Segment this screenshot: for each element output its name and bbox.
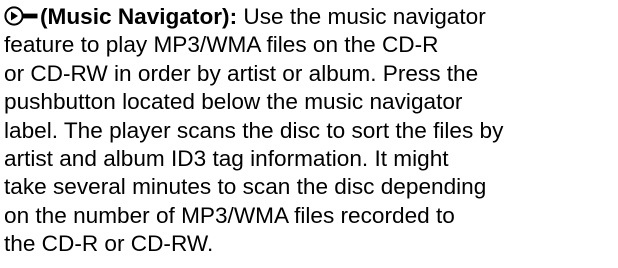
manual-paragraph: (Music Navigator): Use the music navigat…	[4, 3, 616, 259]
paragraph-line-4: pushbutton located below the music navig…	[4, 89, 463, 115]
term-music-navigator: (Music Navigator):	[40, 4, 238, 29]
paragraph-text-1: Use the music navigator	[237, 4, 486, 29]
paragraph-line-3: or CD-RW in order by artist or album. Pr…	[4, 60, 479, 86]
paragraph-line-9: the CD-R or CD-RW.	[4, 231, 214, 257]
paragraph-line-6: artist and album ID3 tag information. It…	[4, 145, 449, 171]
music-navigator-icon	[4, 5, 40, 27]
paragraph-line-7: take several minutes to scan the disc de…	[4, 174, 487, 200]
paragraph-line-1: (Music Navigator): Use the music navigat…	[4, 3, 616, 31]
paragraph-line-5: label. The player scans the disc to sort…	[4, 117, 504, 143]
paragraph-line-2: feature to play MP3/WMA files on the CD-…	[4, 32, 439, 58]
paragraph-line-8: on the number of MP3/WMA files recorded …	[4, 202, 455, 228]
